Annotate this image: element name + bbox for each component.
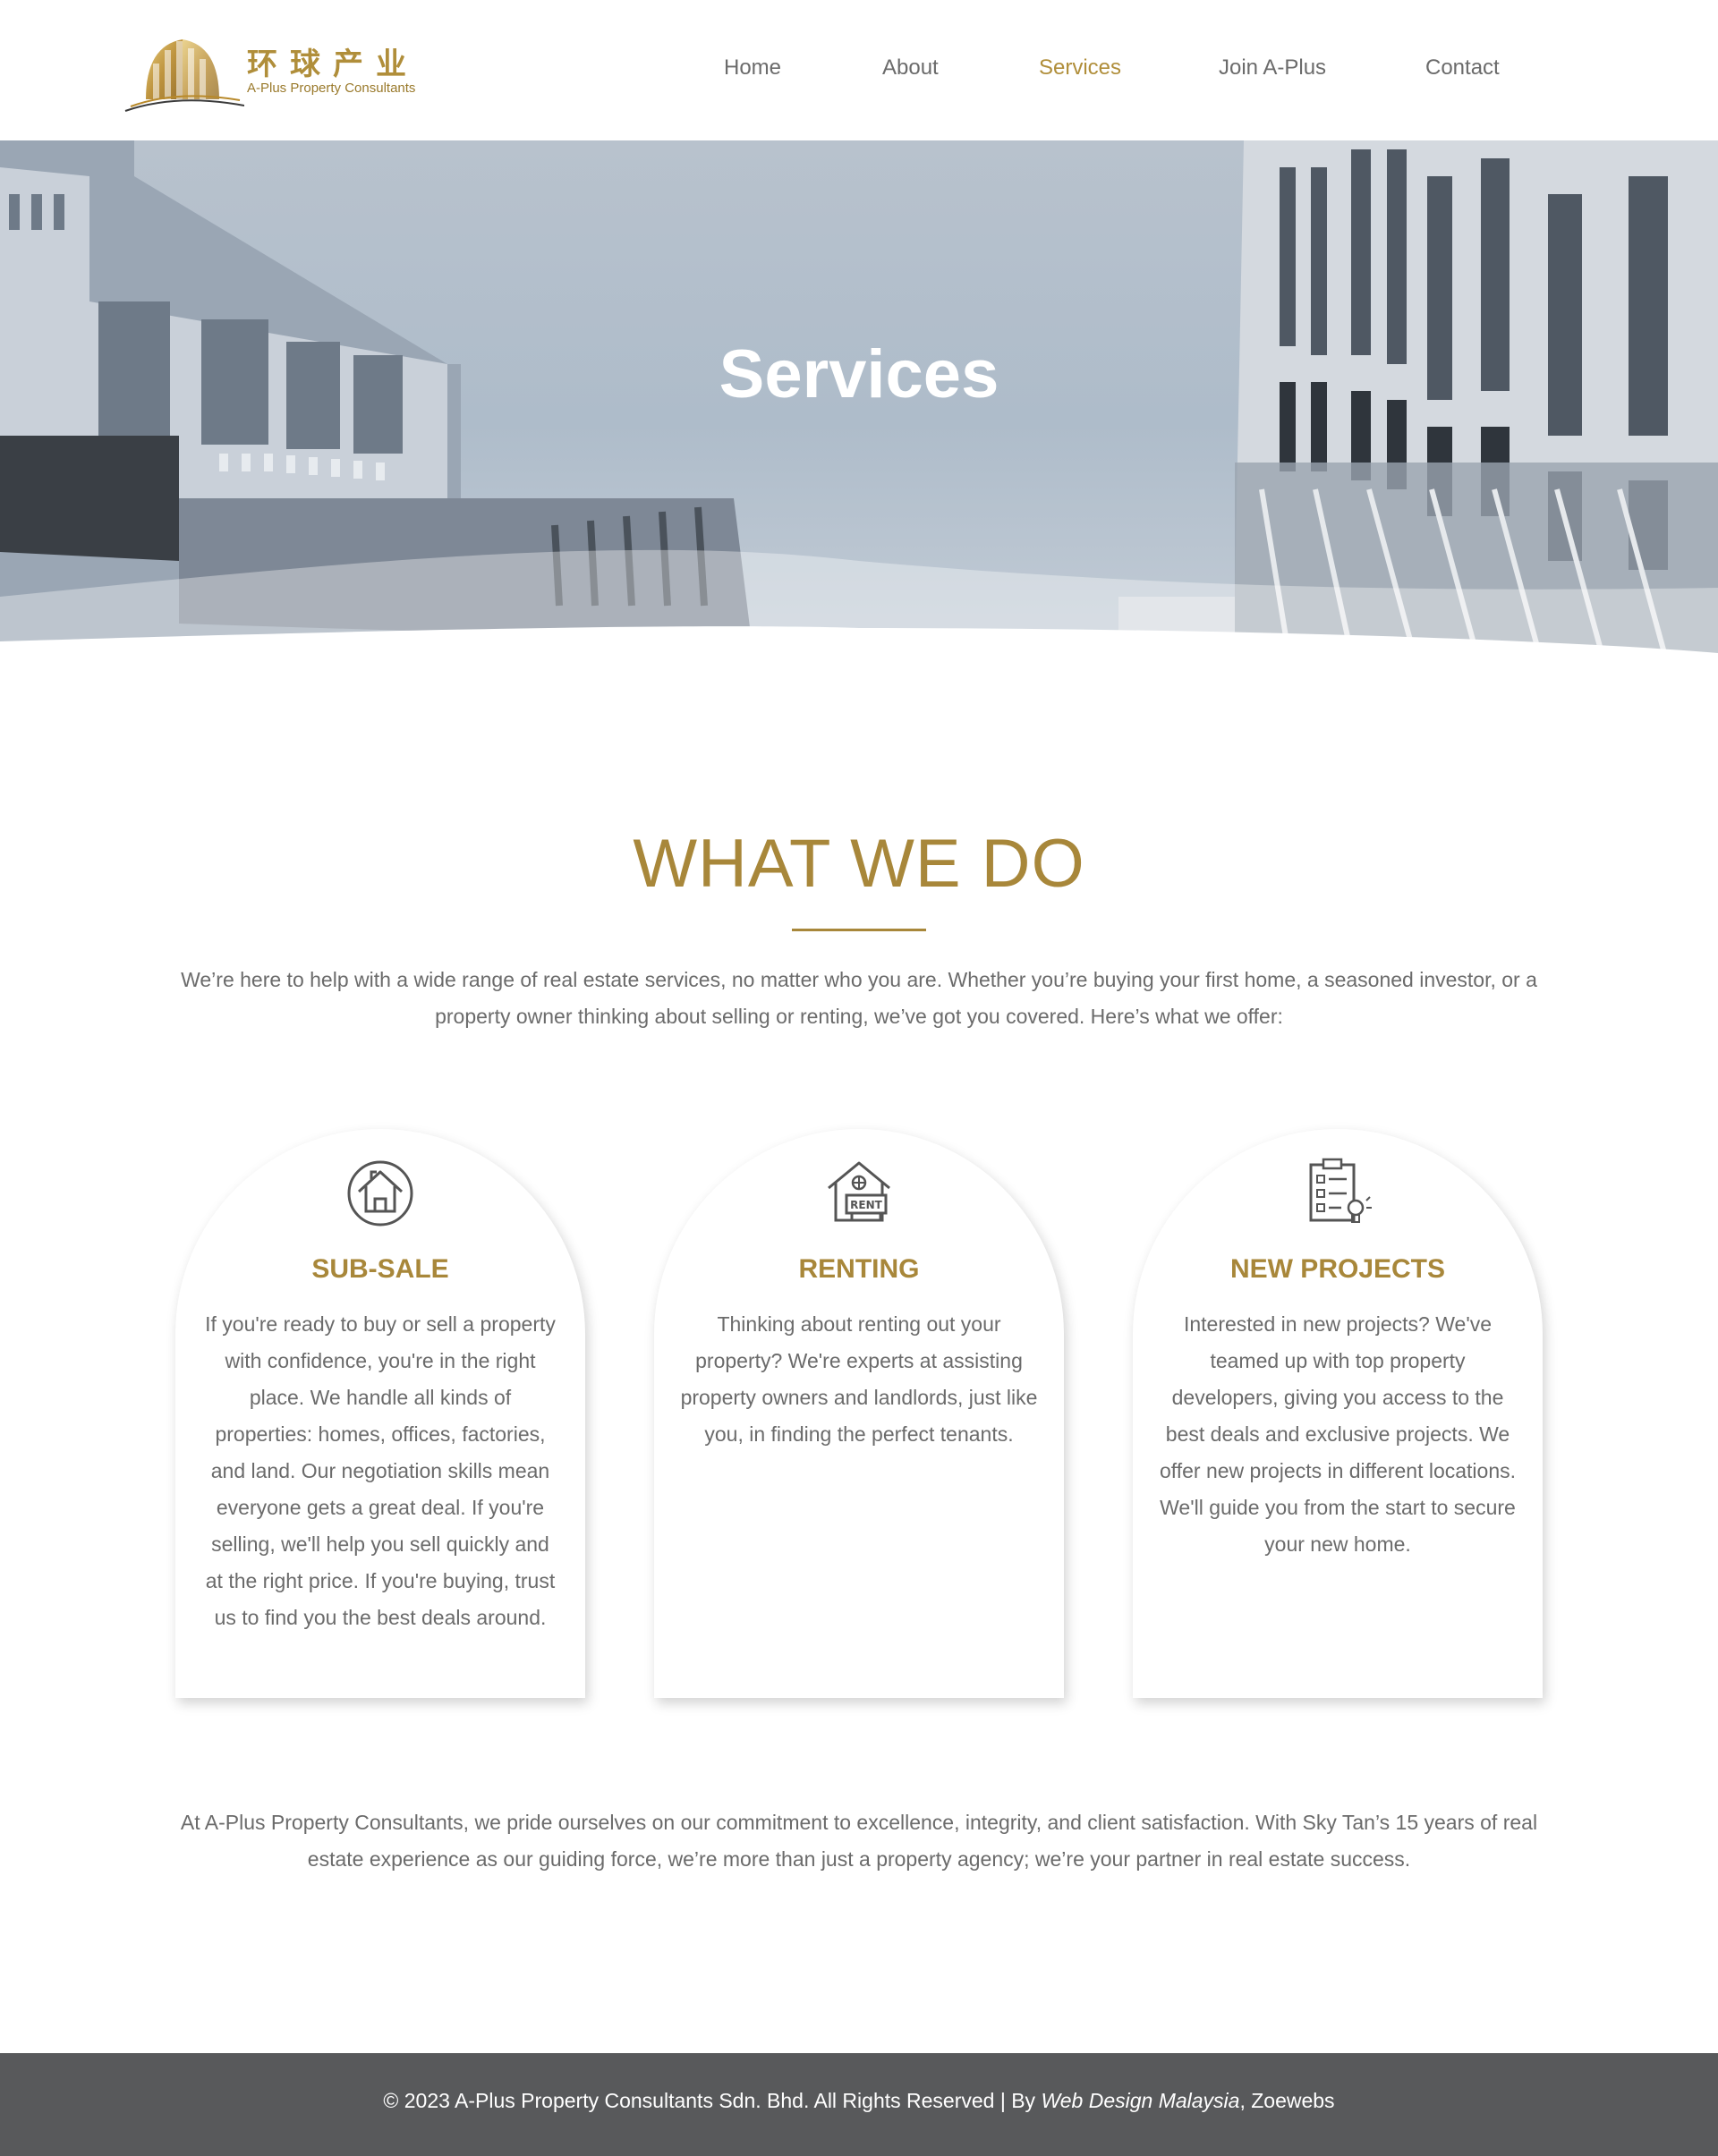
card-text: If you're ready to buy or sell a propert… <box>205 1312 556 1629</box>
card-title: SUB-SALE <box>311 1254 449 1284</box>
credit-suffix: , Zoewebs <box>1239 2089 1335 2112</box>
hero-banner: Services <box>0 140 1718 653</box>
title-divider <box>792 929 926 931</box>
service-card-renting: RENT RENTING Thinking about renting out … <box>654 1129 1064 1698</box>
closing-paragraph: At A-Plus Property Consultants, we pride… <box>180 1811 1538 1871</box>
card-title: NEW PROJECTS <box>1229 1254 1446 1284</box>
card-title: RENTING <box>798 1254 920 1284</box>
rent-house-icon: RENT <box>828 1161 890 1222</box>
copyright-text: © 2023 A-Plus Property Consultants Sdn. … <box>383 2089 1042 2112</box>
intro-paragraph: We’re here to help with a wide range of … <box>181 968 1537 1028</box>
nav-services[interactable]: Services <box>1039 55 1121 81</box>
hero-title: Services <box>719 336 999 412</box>
web-design-link[interactable]: Web Design Malaysia <box>1041 2089 1239 2112</box>
card-text: Interested in new projects? We've teamed… <box>1159 1312 1517 1556</box>
service-card-new-projects: NEW PROJECTS Interested in new projects?… <box>1133 1129 1543 1698</box>
house-icon <box>347 1160 413 1227</box>
site-footer: © 2023 A-Plus Property Consultants Sdn. … <box>0 2053 1718 2156</box>
section-title: WHAT WE DO <box>633 826 1085 902</box>
footer-copyright: © 2023 A-Plus Property Consultants Sdn. … <box>0 2089 1718 2113</box>
card-text: Thinking about renting out your property… <box>680 1312 1038 1446</box>
nav-join-a-plus[interactable]: Join A-Plus <box>1219 55 1326 81</box>
nav-home[interactable]: Home <box>724 55 781 81</box>
site-header: 环球产业 A-Plus Property Consultants Home Ab… <box>0 0 1718 140</box>
service-card-sub-sale: SUB-SALE If you're ready to buy or sell … <box>175 1129 585 1698</box>
main-nav: Home About Services Join A-Plus Contact <box>0 55 1718 88</box>
rent-sign-label: RENT <box>850 1199 882 1211</box>
nav-about[interactable]: About <box>882 55 939 81</box>
checklist-icon <box>1309 1158 1372 1223</box>
nav-contact[interactable]: Contact <box>1425 55 1500 81</box>
